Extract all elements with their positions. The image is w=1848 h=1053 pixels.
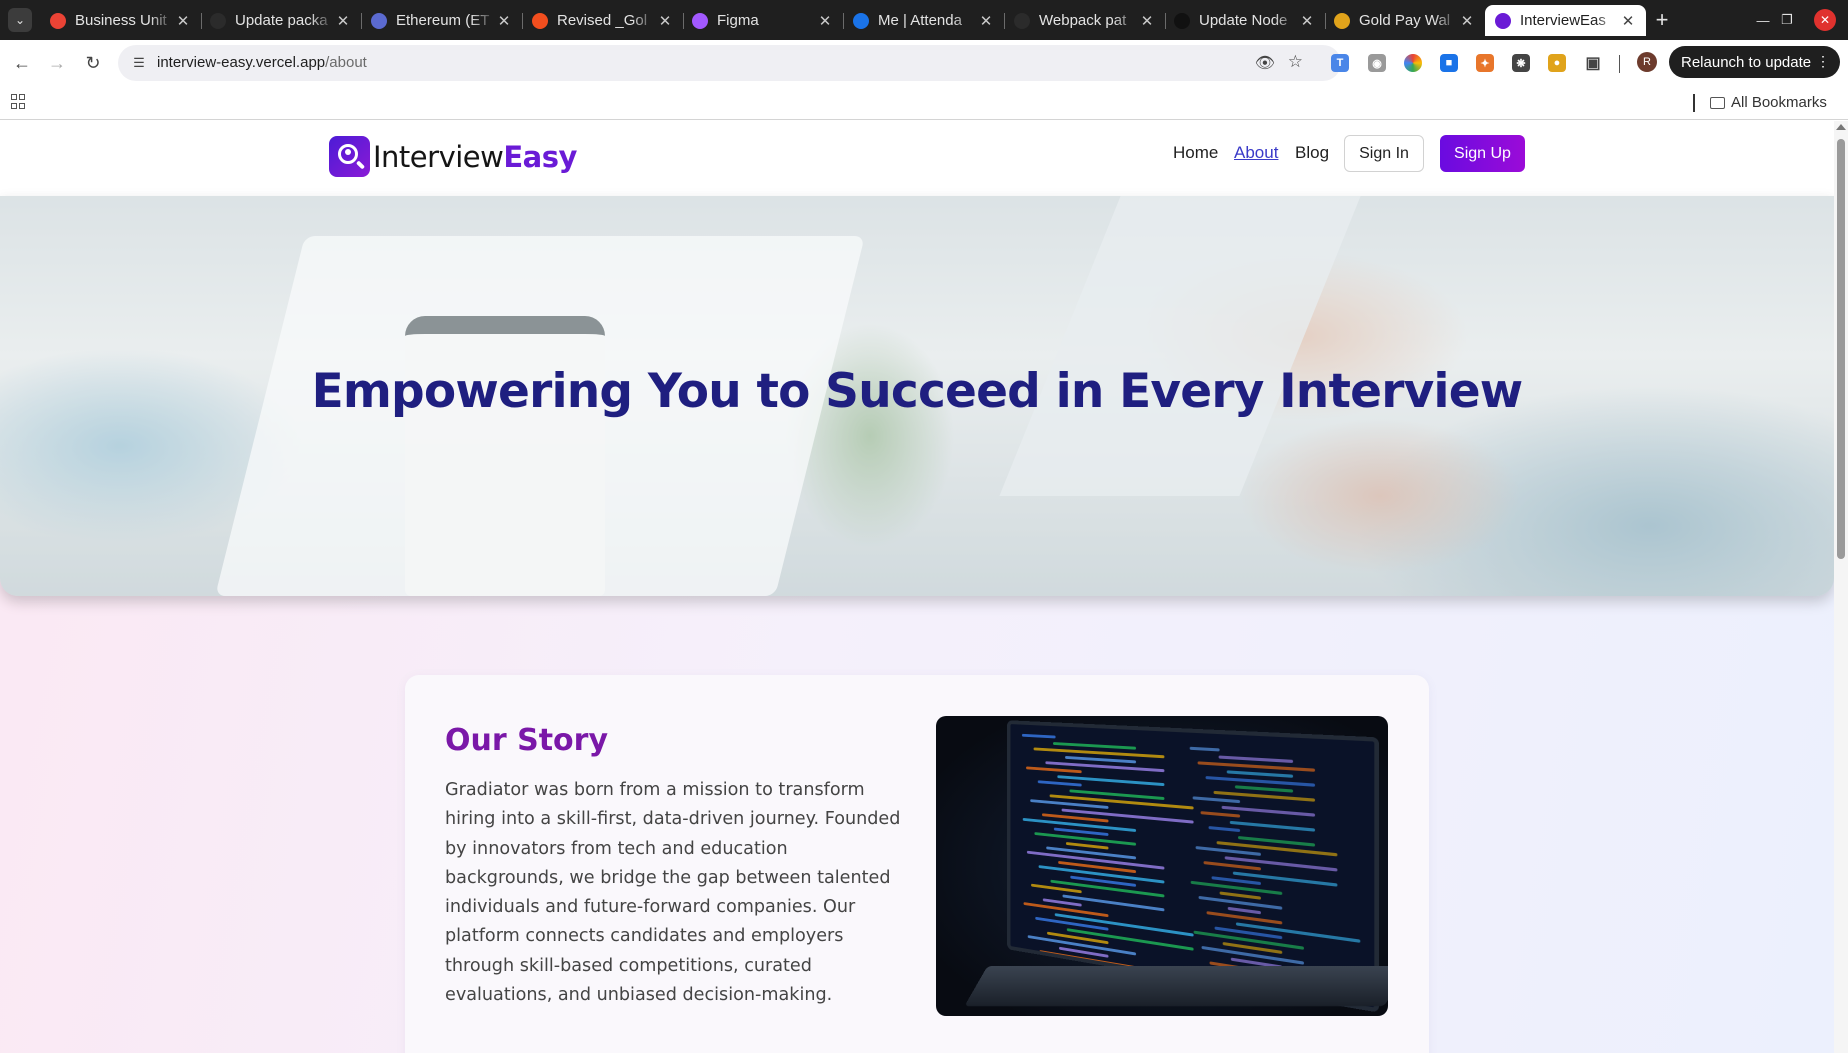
browser-tab[interactable]: Revised _Gol ✕ [522,5,684,36]
metamask-extension-icon[interactable]: ✦ [1476,54,1494,72]
extensions-puzzle-icon[interactable]: ▣ [1584,54,1602,72]
close-tab-icon[interactable]: ✕ [1139,12,1155,30]
browser-tab[interactable]: Gold Pay Wal ✕ [1324,5,1485,36]
story-heading: Our Story [445,723,609,758]
k-dark-icon [1174,12,1190,29]
close-tab-icon[interactable]: ✕ [978,12,994,30]
goldpay-extension-icon[interactable]: ● [1548,54,1566,72]
logo-magnifier-icon [329,136,370,177]
translate-extension-icon[interactable]: T [1331,54,1349,72]
github-icon [1014,12,1030,29]
close-tab-icon[interactable]: ✕ [1620,12,1636,30]
our-story-card: Our Story Gradiator was born from a miss… [405,675,1429,1053]
tab-title: Revised _Gol [557,12,648,29]
nav-about-link[interactable]: About [1234,143,1278,163]
toolbar-divider [1619,55,1620,73]
new-tab-button[interactable]: + [1648,6,1676,34]
goldpay-icon [1334,12,1350,29]
folder-icon [1710,96,1725,109]
site-info-icon[interactable]: ☰ [130,54,148,72]
nav-blog-link[interactable]: Blog [1295,143,1329,163]
close-tab-icon[interactable]: ✕ [817,12,833,30]
blue-extension-icon[interactable]: ■ [1440,54,1458,72]
page-scrollbar[interactable] [1834,121,1848,1053]
tab-title: Gold Pay Wal [1359,12,1451,29]
intervieweasy-icon [1495,12,1511,29]
address-bar[interactable]: ☰ interview-easy.vercel.app/about 👁 ☆ [118,45,1341,81]
site-logo[interactable]: InterviewEasy [329,136,577,177]
scrollbar-thumb[interactable] [1837,139,1845,559]
story-body: Gradiator was born from a mission to tra… [445,780,901,1006]
all-bookmarks-label: All Bookmarks [1731,94,1827,111]
scroll-up-arrow-icon[interactable] [1836,124,1846,130]
relaunch-button[interactable]: Relaunch to update ⋮ [1669,46,1840,78]
page-viewport: InterviewEasy Home About Blog Sign In Si… [0,121,1834,1053]
forward-button[interactable]: → [44,50,70,76]
close-tab-icon[interactable]: ✕ [175,12,191,30]
hero-banner: Empowering You to Succeed in Every Inter… [0,196,1834,596]
logo-wordmark: InterviewEasy [373,139,577,174]
tab-title: Ethereum (ET [396,12,490,29]
openai-extension-icon[interactable]: ❋ [1512,54,1530,72]
browser-tab[interactable]: InterviewEas ✕ [1485,5,1646,36]
figma-icon [532,12,548,29]
tracking-protection-icon[interactable]: 👁 [1255,53,1275,73]
tab-strip: ⌄ Business Unit ✕ Update packa ✕ Ethereum (E… [0,0,1848,40]
minimize-button[interactable]: — [1752,9,1774,31]
tab-title: InterviewEas [1520,12,1606,29]
tab-title: Business Unit [75,12,167,29]
browser-toolbar: ← → ↻ ☰ interview-easy.vercel.app/about … [0,40,1848,86]
bookmarks-bar: All Bookmarks [0,86,1848,120]
relaunch-label: Relaunch to update [1681,53,1812,71]
bookmarks-divider [1693,94,1695,112]
tab-search-button[interactable]: ⌄ [8,8,32,32]
browser-tab[interactable]: Business Unit ✕ [40,5,202,36]
close-tab-icon[interactable]: ✕ [335,12,351,30]
close-tab-icon[interactable]: ✕ [1299,12,1315,30]
tab-title: Update packa [235,12,328,29]
browser-tab[interactable]: Me | Attenda ✕ [843,5,1005,36]
browser-tab[interactable]: Ethereum (ET ✕ [361,5,523,36]
camera-extension-icon[interactable]: ◉ [1368,54,1386,72]
tab-title: Update Node [1199,12,1288,29]
bookmark-star-icon[interactable]: ☆ [1288,52,1303,72]
k-icon [853,12,869,29]
story-laptop-image [936,716,1388,1016]
browser-tab[interactable]: Update Node ✕ [1164,5,1326,36]
apps-grid-icon[interactable] [11,94,27,110]
tab-title: Webpack pat [1039,12,1127,29]
browser-tab[interactable]: Figma ✕ [682,5,844,36]
browser-tab[interactable]: Webpack pat ✕ [1004,5,1166,36]
tab-title: Figma [717,12,759,29]
nav-home-link[interactable]: Home [1173,143,1218,163]
browser-tab[interactable]: Update packa ✕ [200,5,362,36]
more-menu-icon: ⋮ [1816,53,1830,69]
reload-button[interactable]: ↻ [80,50,106,76]
back-button[interactable]: ← [9,50,35,76]
github-icon [210,12,226,29]
chevron-down-icon: ⌄ [14,13,26,27]
hero-title: Empowering You to Succeed in Every Inter… [311,364,1524,419]
close-tab-icon[interactable]: ✕ [496,12,512,30]
site-header: InterviewEasy Home About Blog Sign In Si… [0,121,1834,196]
color-picker-extension-icon[interactable] [1404,54,1422,72]
gmail-icon [50,12,66,29]
figma-icon [692,12,708,29]
ethereum-icon [371,12,387,29]
all-bookmarks-button[interactable]: All Bookmarks [1710,94,1827,111]
close-tab-icon[interactable]: ✕ [1459,12,1475,30]
profile-avatar[interactable]: R [1637,52,1657,72]
close-window-button[interactable]: ✕ [1814,9,1836,31]
tab-title: Me | Attenda [878,12,962,29]
close-tab-icon[interactable]: ✕ [657,12,673,30]
sign-in-button[interactable]: Sign In [1344,135,1424,172]
sign-up-button[interactable]: Sign Up [1440,135,1525,172]
restore-button[interactable]: ❐ [1776,9,1798,31]
address-url[interactable]: interview-easy.vercel.app/about [157,54,367,71]
